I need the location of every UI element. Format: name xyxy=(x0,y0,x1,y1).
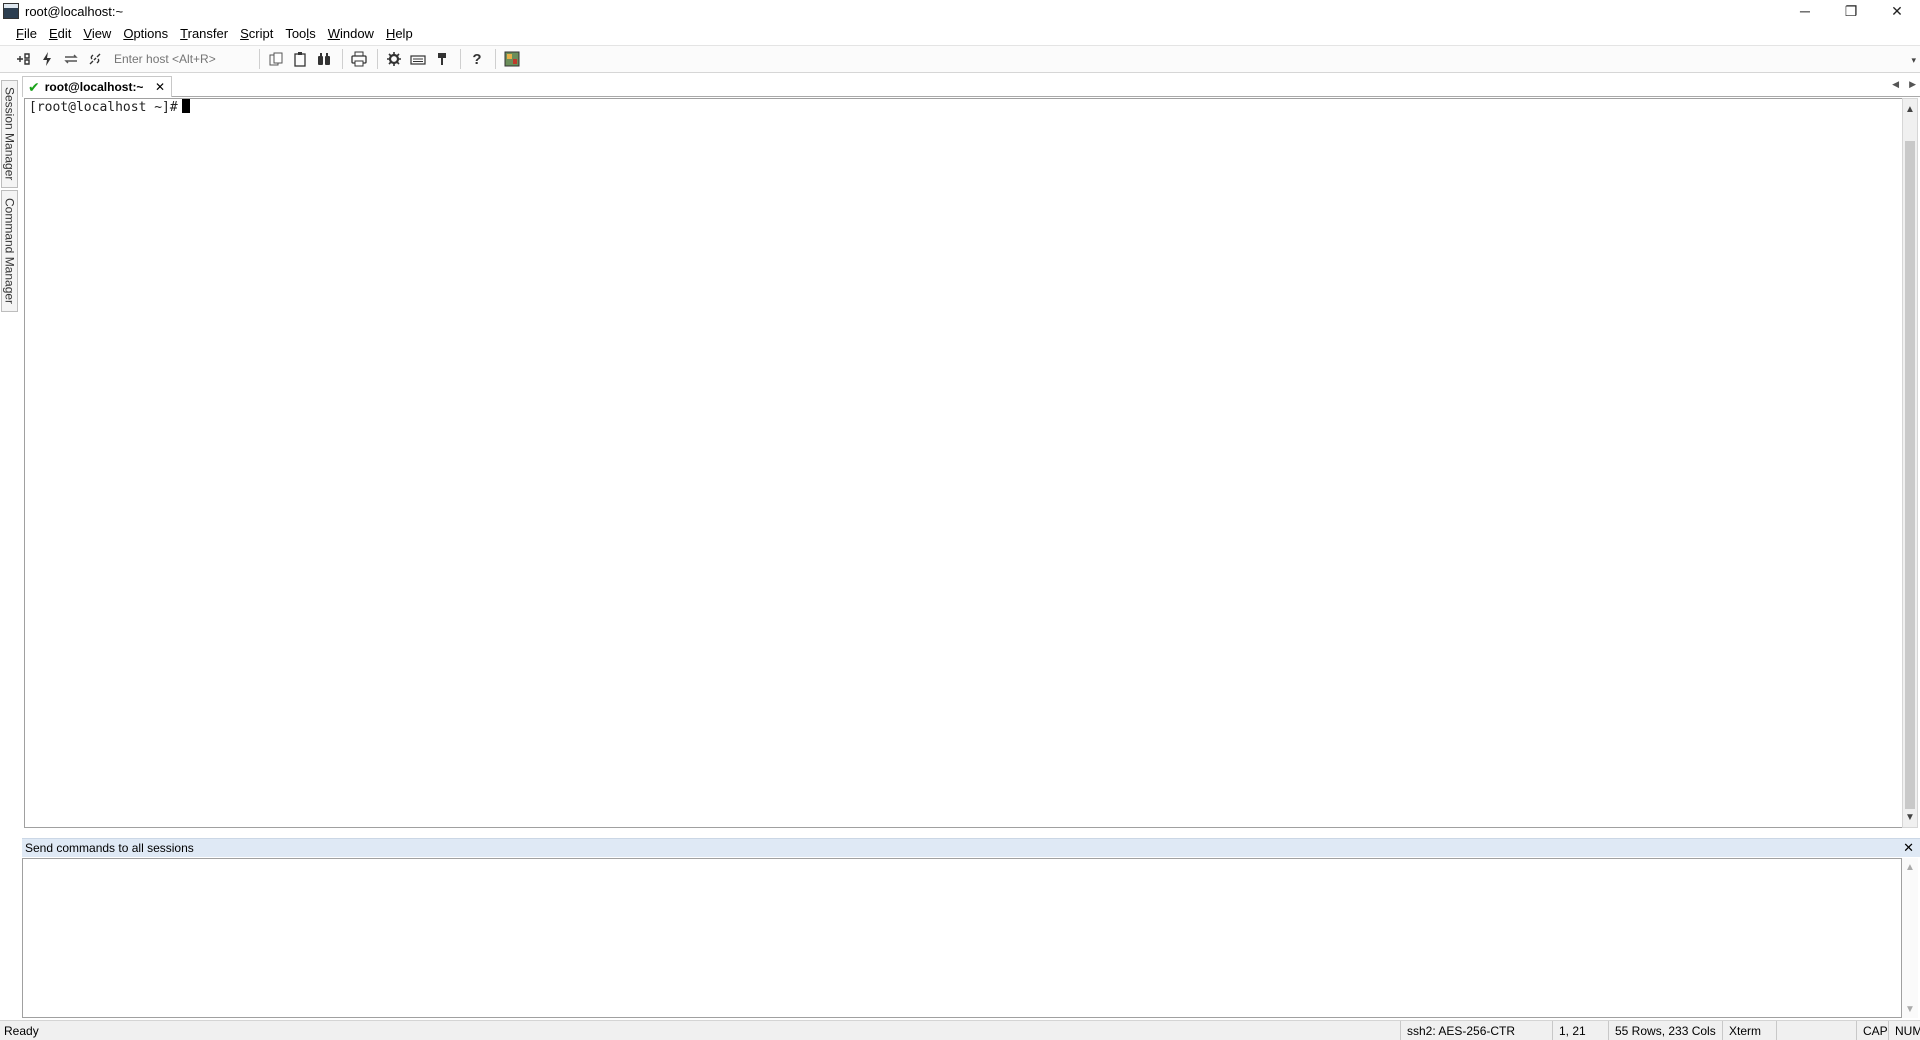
command-window-header: Send commands to all sessions ✕ xyxy=(22,838,1920,857)
command-scrollbar[interactable]: ▲ ▼ xyxy=(1902,858,1918,1018)
minimize-button[interactable]: ─ xyxy=(1782,0,1828,22)
window-controls: ─ ❐ ✕ xyxy=(1782,0,1920,22)
session-tab-strip: ✔ root@localhost:~ ✕ ◀ ▶ xyxy=(22,75,1920,97)
copy-icon[interactable] xyxy=(265,48,287,70)
scroll-down-icon[interactable]: ▼ xyxy=(1903,809,1917,825)
scrollbar-thumb[interactable] xyxy=(1905,141,1915,809)
command-window-title: Send commands to all sessions xyxy=(25,841,194,855)
status-terminal-size: 55 Rows, 233 Cols xyxy=(1608,1021,1722,1040)
session-tab-label: root@localhost:~ xyxy=(44,80,144,94)
print-icon[interactable] xyxy=(348,48,370,70)
cmd-scroll-up-icon[interactable]: ▲ xyxy=(1902,860,1918,874)
reconnect-icon[interactable] xyxy=(60,48,82,70)
session-tab-close-icon[interactable]: ✕ xyxy=(155,80,165,94)
title-bar: root@localhost:~ ─ ❐ ✕ xyxy=(0,0,1920,22)
menu-window[interactable]: Window xyxy=(328,26,374,41)
menu-help[interactable]: Help xyxy=(386,26,413,41)
session-tab[interactable]: ✔ root@localhost:~ ✕ xyxy=(22,76,172,97)
find-icon[interactable] xyxy=(313,48,335,70)
securefx-icon[interactable] xyxy=(501,48,523,70)
close-button[interactable]: ✕ xyxy=(1874,0,1920,22)
toolbar-separator xyxy=(377,49,378,69)
menu-file[interactable]: File xyxy=(16,26,37,41)
tab-nav: ◀ ▶ xyxy=(1892,79,1916,90)
tab-scroll-left-icon[interactable]: ◀ xyxy=(1892,79,1899,90)
toolbar-separator xyxy=(495,49,496,69)
side-tabs: Session Manager Command Manager xyxy=(0,80,19,320)
terminal-area[interactable]: [root@localhost ~]# xyxy=(24,98,1902,828)
menu-transfer[interactable]: Transfer xyxy=(180,26,228,41)
status-num: NUM xyxy=(1888,1021,1920,1040)
scroll-up-icon[interactable]: ▲ xyxy=(1903,101,1917,117)
toolbar-separator xyxy=(342,49,343,69)
terminal-scrollbar[interactable]: ▲ ▼ xyxy=(1902,98,1918,828)
status-cipher: ssh2: AES-256-CTR xyxy=(1400,1021,1552,1040)
host-input[interactable] xyxy=(108,49,248,69)
window-title: root@localhost:~ xyxy=(25,3,124,19)
command-window-close-icon[interactable]: ✕ xyxy=(1903,840,1914,856)
command-manager-tab[interactable]: Command Manager xyxy=(1,190,18,312)
toolbar-separator xyxy=(460,49,461,69)
restore-button[interactable]: ❐ xyxy=(1828,0,1874,22)
toolbar: ? ▾ xyxy=(0,45,1920,73)
command-input-area[interactable] xyxy=(22,858,1902,1018)
menu-tools[interactable]: Tools xyxy=(285,26,315,41)
menu-bar: File Edit View Options Transfer Script T… xyxy=(0,22,1920,44)
keymap-icon[interactable] xyxy=(407,48,429,70)
help-icon[interactable]: ? xyxy=(466,48,488,70)
status-bar: Ready ssh2: AES-256-CTR 1, 21 55 Rows, 2… xyxy=(0,1020,1920,1040)
connected-check-icon: ✔ xyxy=(28,78,40,95)
app-icon xyxy=(3,3,19,19)
terminal-line: [root@localhost ~]# xyxy=(29,99,1898,116)
terminal-prompt: [root@localhost ~]# xyxy=(29,100,178,115)
disconnect-icon[interactable] xyxy=(84,48,106,70)
toolbar-overflow-icon[interactable]: ▾ xyxy=(1911,55,1916,66)
menu-edit[interactable]: Edit xyxy=(49,26,71,41)
status-terminal-type: Xterm xyxy=(1722,1021,1776,1040)
status-cursor-position: 1, 21 xyxy=(1552,1021,1608,1040)
toolbar-separator xyxy=(259,49,260,69)
status-caps: CAP xyxy=(1856,1021,1888,1040)
status-empty xyxy=(1776,1021,1856,1040)
cmd-scroll-down-icon[interactable]: ▼ xyxy=(1902,1002,1918,1016)
settings-icon[interactable] xyxy=(383,48,405,70)
terminal-cursor xyxy=(181,99,190,113)
status-ready: Ready xyxy=(4,1024,39,1038)
menu-view[interactable]: View xyxy=(83,26,111,41)
connect-icon[interactable] xyxy=(12,48,34,70)
sftp-icon[interactable] xyxy=(431,48,453,70)
session-manager-tab[interactable]: Session Manager xyxy=(1,80,18,188)
menu-options[interactable]: Options xyxy=(123,26,168,41)
tab-scroll-right-icon[interactable]: ▶ xyxy=(1909,79,1916,90)
paste-icon[interactable] xyxy=(289,48,311,70)
quick-connect-icon[interactable] xyxy=(36,48,58,70)
menu-script[interactable]: Script xyxy=(240,26,273,41)
